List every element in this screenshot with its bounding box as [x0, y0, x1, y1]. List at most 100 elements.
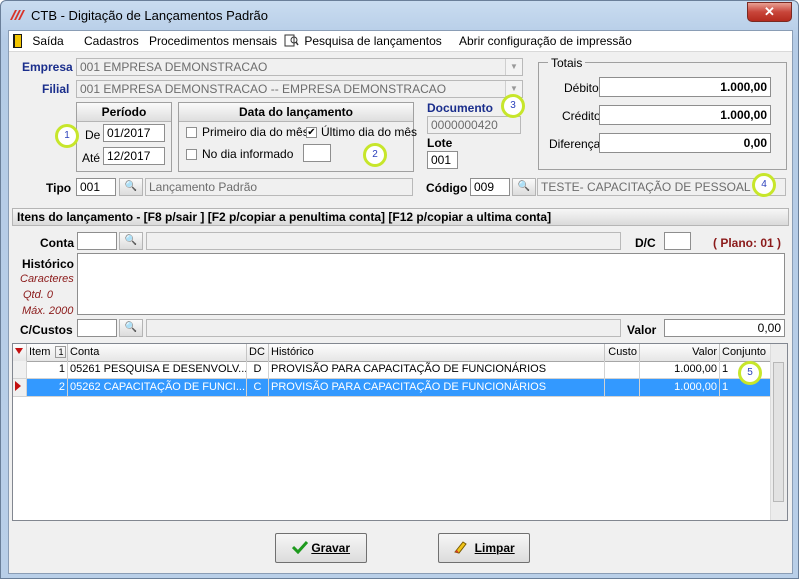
tipo-label: Tipo: [46, 181, 72, 195]
row-indicator: [13, 361, 27, 379]
sort-down-icon: [15, 348, 23, 354]
periodo-de-input[interactable]: 01/2017: [103, 124, 165, 142]
col-historico[interactable]: Histórico: [269, 344, 605, 361]
search-document-icon: [284, 34, 299, 47]
caracteres-label: Caracteres: [20, 273, 74, 285]
window-title: CTB - Digitação de Lançamentos Padrão: [31, 8, 269, 23]
menu-pesquisa-label: Pesquisa de lançamentos: [304, 34, 442, 48]
historico-label: Histórico: [22, 257, 75, 271]
itens-grid[interactable]: Item 1 Conta DC Histórico Custo Valor Co…: [12, 343, 788, 521]
col-valor[interactable]: Valor: [640, 344, 720, 361]
empresa-label: Empresa: [22, 60, 73, 74]
application-window: CTB - Digitação de Lançamentos Padrão ✕ …: [0, 0, 799, 579]
itens-section-title: Itens do lançamento - [F8 p/sair ] [F2 p…: [12, 208, 789, 226]
ccustos-code-input[interactable]: [77, 319, 117, 337]
menu-saida[interactable]: Saída: [13, 34, 64, 48]
periodo-ate-label: Até: [82, 151, 101, 165]
grid-indicator-header: [13, 344, 27, 361]
conta-code-input[interactable]: [77, 232, 117, 250]
codigo-code-input[interactable]: 009: [470, 178, 510, 196]
periodo-ate-input[interactable]: 12/2017: [103, 147, 165, 165]
main-client-area: Saída Cadastros Procedimentos mensais Pe…: [8, 30, 793, 574]
credito-value: 1.000,00: [599, 105, 771, 125]
col-item[interactable]: Item 1: [27, 344, 68, 361]
menu-abrir-configuracao[interactable]: Abrir configuração de impressão: [459, 34, 632, 48]
grid-vertical-scrollbar[interactable]: [770, 344, 787, 520]
documento-input[interactable]: 0000000420: [427, 116, 521, 134]
cell-valor: 1.000,00: [640, 361, 720, 379]
limpar-button[interactable]: Limpar: [438, 533, 530, 563]
cell-custo: [605, 361, 640, 379]
totais-title: Totais: [548, 56, 586, 70]
diferenca-value: 0,00: [599, 133, 771, 153]
codigo-label: Código: [426, 181, 468, 195]
cell-item: 1: [27, 361, 68, 379]
historico-textarea[interactable]: [77, 253, 785, 315]
ultimo-dia-checkbox[interactable]: ✔: [306, 127, 317, 138]
lote-input[interactable]: 001: [427, 151, 458, 169]
col-dc[interactable]: DC: [247, 344, 269, 361]
col-custo[interactable]: Custo: [605, 344, 640, 361]
cell-dc: D: [247, 361, 269, 379]
codigo-desc-input: TESTE- CAPACITAÇÃO DE PESSOAL: [537, 178, 786, 196]
exit-door-icon: [13, 34, 22, 48]
annotation-marker-2: 2: [363, 143, 387, 167]
annotation-marker-5: 5: [738, 361, 762, 385]
dia-informado-checkbox[interactable]: [186, 149, 197, 160]
annotation-marker-3: 3: [501, 94, 525, 118]
close-button[interactable]: ✕: [747, 2, 792, 22]
tipo-desc-input: Lançamento Padrão: [145, 178, 413, 196]
table-row[interactable]: 1 05261 PESQUISA E DESENVOLV... D PROVIS…: [13, 361, 773, 379]
cell-custo: [605, 379, 640, 397]
valor-label: Valor: [627, 323, 657, 337]
primeiro-dia-checkbox[interactable]: [186, 127, 197, 138]
primeiro-dia-label: Primeiro dia do mês: [202, 125, 309, 139]
empresa-combo[interactable]: 001 EMPRESA DEMONSTRACAO ▼: [76, 58, 523, 76]
current-row-arrow-icon: [15, 381, 21, 391]
filial-value: 001 EMPRESA DEMONSTRACAO -- EMPRESA DEMO…: [80, 82, 447, 96]
ultimo-dia-label: Último dia do mês: [321, 125, 418, 139]
binoculars-icon[interactable]: 🔍: [119, 178, 143, 196]
binoculars-icon[interactable]: 🔍: [512, 178, 536, 196]
annotation-marker-4: 4: [752, 173, 776, 197]
table-row[interactable]: 2 05262 CAPACITAÇÃO DE FUNCI... C PROVIS…: [13, 379, 773, 397]
valor-input[interactable]: 0,00: [664, 319, 785, 337]
cell-conta: 05262 CAPACITAÇÃO DE FUNCI...: [68, 379, 247, 397]
debito-value: 1.000,00: [599, 77, 771, 97]
max-label: Máx. 2000: [22, 305, 74, 317]
dc-label: D/C: [635, 236, 656, 250]
eraser-brush-icon: [454, 541, 468, 554]
scroll-thumb[interactable]: [773, 362, 784, 502]
conta-desc-input: [146, 232, 621, 250]
cell-valor: 1.000,00: [640, 379, 720, 397]
binoculars-icon[interactable]: 🔍: [119, 319, 143, 337]
cell-item: 2: [27, 379, 68, 397]
dc-input[interactable]: [664, 232, 691, 250]
title-bar: CTB - Digitação de Lançamentos Padrão ✕: [1, 1, 798, 29]
cell-historico: PROVISÃO PARA CAPACITAÇÃO DE FUNCIONÁRIO…: [269, 379, 605, 397]
chevron-down-icon[interactable]: ▼: [505, 59, 522, 75]
ccustos-label: C/Custos: [20, 323, 73, 337]
debito-label: Débito: [564, 81, 599, 95]
app-logo-icon: [10, 10, 25, 20]
menu-pesquisa-lancamentos[interactable]: Pesquisa de lançamentos: [284, 34, 442, 48]
col-item-label: Item: [29, 346, 51, 358]
grid-header: Item 1 Conta DC Histórico Custo Valor Co…: [13, 344, 773, 362]
conta-label: Conta: [40, 236, 74, 250]
menu-saida-label: Saída: [32, 34, 64, 48]
sort-order-badge: 1: [55, 346, 67, 358]
dia-informado-input[interactable]: [303, 144, 331, 162]
periodo-de-label: De: [85, 128, 101, 142]
gravar-button[interactable]: Gravar: [275, 533, 367, 563]
col-conjunto[interactable]: Conjunto: [720, 344, 773, 361]
tipo-code-input[interactable]: 001: [76, 178, 116, 196]
col-conta[interactable]: Conta: [68, 344, 247, 361]
filial-combo[interactable]: 001 EMPRESA DEMONSTRACAO -- EMPRESA DEMO…: [76, 80, 523, 98]
menu-bar: Saída Cadastros Procedimentos mensais Pe…: [9, 31, 792, 52]
binoculars-icon[interactable]: 🔍: [119, 232, 143, 250]
menu-cadastros[interactable]: Cadastros: [84, 34, 139, 48]
qtd-label: Qtd. 0: [23, 289, 53, 301]
limpar-label: Limpar: [474, 541, 515, 555]
menu-procedimentos-mensais[interactable]: Procedimentos mensais: [149, 34, 277, 48]
filial-label: Filial: [42, 82, 70, 96]
